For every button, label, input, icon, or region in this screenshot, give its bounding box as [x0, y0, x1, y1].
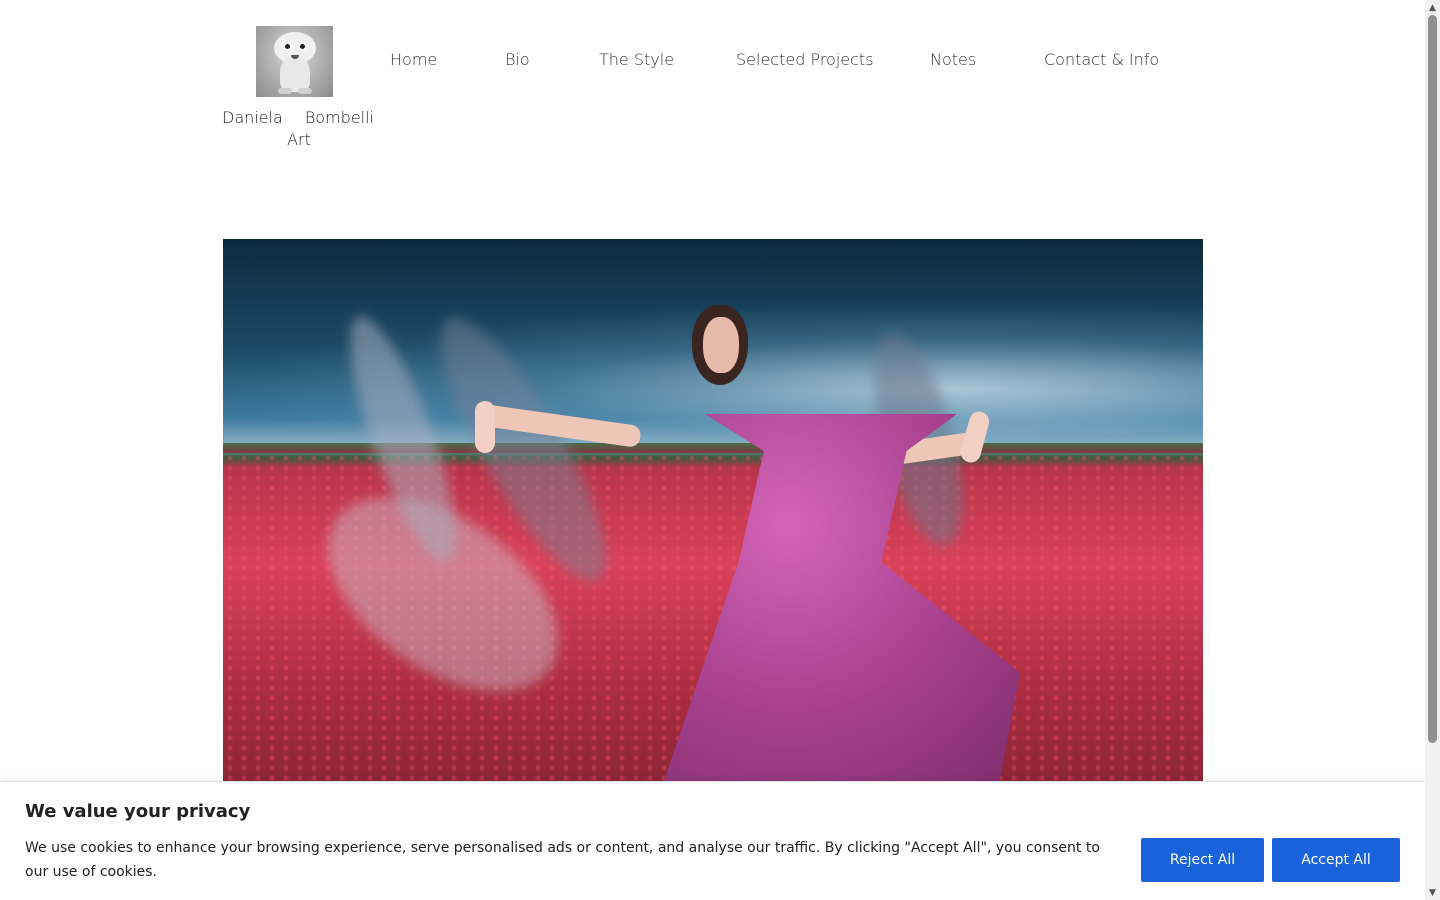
accept-all-button[interactable]: Accept All [1272, 838, 1400, 882]
logo-image[interactable] [256, 26, 333, 97]
scroll-up-icon[interactable]: ▲ [1425, 0, 1440, 15]
site-title[interactable]: Daniela Bombelli Art [222, 107, 374, 151]
cookie-title: We value your privacy [25, 801, 251, 822]
cookie-text: We use cookies to enhance your browsing … [25, 840, 1100, 880]
cookie-banner: We value your privacy We use cookies to … [0, 781, 1425, 900]
nav-item-selected-projects[interactable]: Selected Projects [736, 50, 874, 69]
scroll-thumb[interactable] [1428, 15, 1437, 743]
nav-item-bio[interactable]: Bio [505, 50, 530, 69]
figure-hand-left [475, 401, 495, 453]
figure-face [703, 317, 739, 373]
hero-image [223, 239, 1203, 784]
site-title-suffix: Art [287, 130, 311, 149]
mascot-eye-right [298, 42, 307, 51]
nav-item-notes[interactable]: Notes [930, 50, 976, 69]
site-title-first: Daniela [222, 108, 283, 127]
mascot-eye-left [283, 42, 292, 51]
nav-item-home[interactable]: Home [390, 50, 437, 69]
mascot-body [280, 56, 310, 92]
site-title-last: Bombelli [304, 108, 374, 127]
page: Daniela Bombelli Art Home Bio The Style … [0, 0, 1425, 900]
nav-item-contact-info[interactable]: Contact & Info [1044, 50, 1159, 69]
scroll-down-icon[interactable]: ▼ [1425, 885, 1440, 900]
horizon-line [223, 443, 1203, 453]
nav-item-the-style[interactable]: The Style [599, 50, 674, 69]
mascot-foot-left [278, 88, 292, 94]
mascot-foot-right [298, 88, 312, 94]
reject-all-button[interactable]: Reject All [1141, 838, 1264, 882]
vertical-scrollbar[interactable]: ▲ ▼ [1425, 0, 1440, 900]
